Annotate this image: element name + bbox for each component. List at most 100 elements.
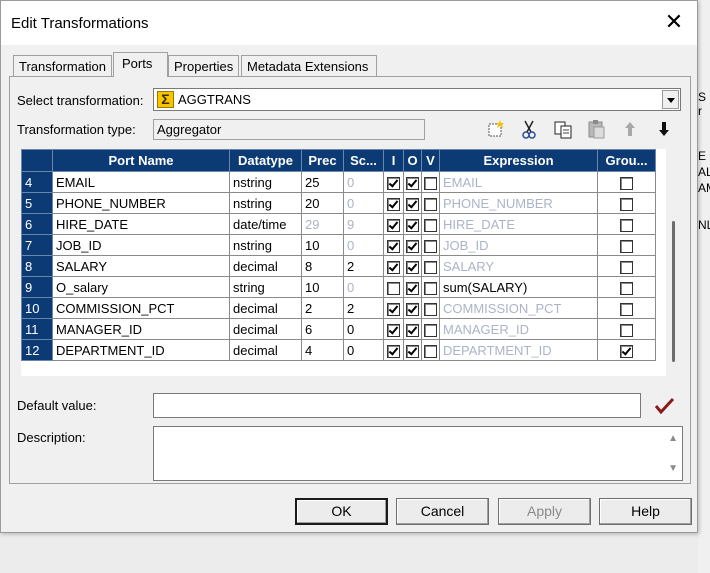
output-checkbox[interactable]: [406, 176, 419, 190]
variable-checkbox[interactable]: [424, 176, 437, 190]
default-value-input[interactable]: [153, 393, 641, 418]
scale-cell[interactable]: 0: [343, 339, 384, 361]
precision-cell[interactable]: 6: [301, 318, 344, 340]
cut-icon[interactable]: [518, 118, 540, 140]
expression-cell[interactable]: JOB_ID: [439, 234, 598, 256]
precision-cell[interactable]: 4: [301, 339, 344, 361]
port-name-cell[interactable]: COMMISSION_PCT: [52, 297, 230, 319]
column-header-input[interactable]: I: [383, 149, 404, 172]
expression-cell[interactable]: HIRE_DATE: [439, 213, 598, 235]
port-name-cell[interactable]: HIRE_DATE: [52, 213, 230, 235]
output-checkbox[interactable]: [406, 197, 419, 211]
expression-cell[interactable]: PHONE_NUMBER: [439, 192, 598, 214]
precision-cell[interactable]: 2: [301, 297, 344, 319]
port-name-cell[interactable]: PHONE_NUMBER: [52, 192, 230, 214]
table-row[interactable]: 11 MANAGER_ID decimal 6 0 MANAGER_ID: [21, 318, 656, 340]
output-checkbox[interactable]: [406, 344, 419, 358]
expression-cell[interactable]: SALARY: [439, 255, 598, 277]
ok-button[interactable]: OK: [295, 498, 388, 525]
precision-cell[interactable]: 10: [301, 276, 344, 298]
datatype-cell[interactable]: decimal: [229, 297, 302, 319]
paste-icon[interactable]: [585, 118, 607, 140]
input-checkbox[interactable]: [387, 344, 400, 358]
tab-transformation[interactable]: Transformation: [13, 55, 112, 76]
datatype-cell[interactable]: decimal: [229, 318, 302, 340]
scale-cell[interactable]: 0: [343, 171, 384, 193]
input-checkbox[interactable]: [387, 323, 400, 337]
output-checkbox[interactable]: [406, 302, 419, 316]
input-checkbox[interactable]: [387, 197, 400, 211]
variable-checkbox[interactable]: [424, 197, 437, 211]
variable-checkbox[interactable]: [424, 260, 437, 274]
scale-cell[interactable]: 0: [343, 318, 384, 340]
datatype-cell[interactable]: date/time: [229, 213, 302, 235]
move-down-icon[interactable]: [653, 118, 675, 140]
group-by-checkbox[interactable]: [620, 197, 633, 211]
expression-cell[interactable]: DEPARTMENT_ID: [439, 339, 598, 361]
help-button[interactable]: Help: [599, 498, 692, 525]
variable-checkbox[interactable]: [424, 344, 437, 358]
scale-cell[interactable]: 0: [343, 276, 384, 298]
copy-icon[interactable]: [552, 118, 574, 140]
column-header-datatype[interactable]: Datatype: [229, 149, 302, 172]
scroll-up-icon[interactable]: ▲: [668, 433, 678, 444]
validate-check-icon[interactable]: [653, 395, 675, 417]
scale-cell[interactable]: 0: [343, 234, 384, 256]
expression-cell[interactable]: MANAGER_ID: [439, 318, 598, 340]
datatype-cell[interactable]: nstring: [229, 171, 302, 193]
precision-cell[interactable]: 8: [301, 255, 344, 277]
group-by-checkbox[interactable]: [620, 218, 633, 232]
port-name-cell[interactable]: DEPARTMENT_ID: [52, 339, 230, 361]
port-name-cell[interactable]: JOB_ID: [52, 234, 230, 256]
input-checkbox[interactable]: [387, 239, 400, 253]
scale-cell[interactable]: 9: [343, 213, 384, 235]
group-by-checkbox[interactable]: [620, 260, 633, 274]
scroll-down-icon[interactable]: ▼: [668, 463, 678, 474]
column-header-variable[interactable]: V: [421, 149, 440, 172]
cancel-button[interactable]: Cancel: [396, 498, 489, 525]
datatype-cell[interactable]: nstring: [229, 234, 302, 256]
port-name-cell[interactable]: MANAGER_ID: [52, 318, 230, 340]
tab-metadata-extensions[interactable]: Metadata Extensions: [241, 55, 377, 76]
column-header-port-name[interactable]: Port Name: [52, 149, 230, 172]
column-header-scale[interactable]: Sc...: [343, 149, 384, 172]
scale-cell[interactable]: 2: [343, 255, 384, 277]
expression-cell[interactable]: sum(SALARY): [439, 276, 598, 298]
variable-checkbox[interactable]: [424, 281, 437, 295]
variable-checkbox[interactable]: [424, 323, 437, 337]
group-by-checkbox[interactable]: [620, 344, 633, 358]
group-by-checkbox[interactable]: [620, 323, 633, 337]
output-checkbox[interactable]: [406, 260, 419, 274]
grid-scrollbar[interactable]: [672, 221, 675, 362]
variable-checkbox[interactable]: [424, 302, 437, 316]
datatype-cell[interactable]: nstring: [229, 192, 302, 214]
table-row[interactable]: 5 PHONE_NUMBER nstring 20 0 PHONE_NUMBER: [21, 192, 656, 214]
port-name-cell[interactable]: EMAIL: [52, 171, 230, 193]
table-row[interactable]: 6 HIRE_DATE date/time 29 9 HIRE_DATE: [21, 213, 656, 235]
output-checkbox[interactable]: [406, 323, 419, 337]
table-row[interactable]: 4 EMAIL nstring 25 0 EMAIL: [21, 171, 656, 193]
input-checkbox[interactable]: [387, 281, 400, 295]
scale-cell[interactable]: 0: [343, 192, 384, 214]
input-checkbox[interactable]: [387, 260, 400, 274]
group-by-checkbox[interactable]: [620, 176, 633, 190]
group-by-checkbox[interactable]: [620, 302, 633, 316]
port-name-cell[interactable]: SALARY: [52, 255, 230, 277]
expression-cell[interactable]: EMAIL: [439, 171, 598, 193]
close-icon[interactable]: ✕: [661, 9, 687, 35]
datatype-cell[interactable]: string: [229, 276, 302, 298]
group-by-checkbox[interactable]: [620, 239, 633, 253]
output-checkbox[interactable]: [406, 218, 419, 232]
apply-button[interactable]: Apply: [498, 498, 591, 525]
column-header-output[interactable]: O: [403, 149, 422, 172]
table-row[interactable]: 10 COMMISSION_PCT decimal 2 2 COMMISSION_PCT: [21, 297, 656, 319]
precision-cell[interactable]: 25: [301, 171, 344, 193]
precision-cell[interactable]: 29: [301, 213, 344, 235]
group-by-checkbox[interactable]: [620, 281, 633, 295]
output-checkbox[interactable]: [406, 281, 419, 295]
column-header-group-by[interactable]: Grou...: [597, 149, 656, 172]
variable-checkbox[interactable]: [424, 239, 437, 253]
table-row[interactable]: 7 JOB_ID nstring 10 0 JOB_ID: [21, 234, 656, 256]
scale-cell[interactable]: 2: [343, 297, 384, 319]
column-header-expression[interactable]: Expression: [439, 149, 598, 172]
